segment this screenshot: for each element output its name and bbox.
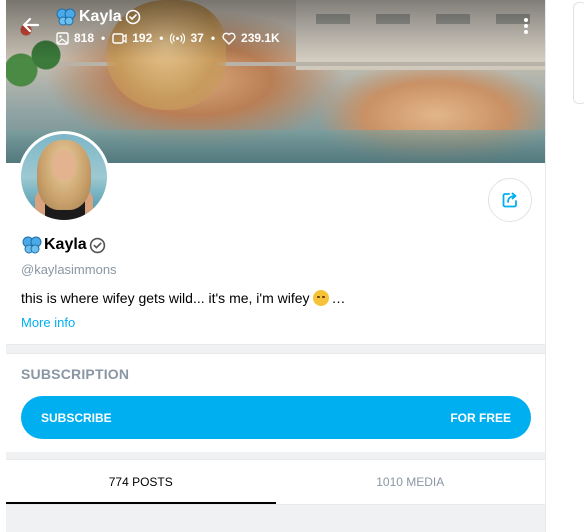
bio-text: this is where wifey gets wild... it's me… xyxy=(21,290,310,306)
stat-separator: • xyxy=(159,31,164,45)
more-dot-icon xyxy=(524,24,528,28)
header-name: Kayla xyxy=(79,8,122,25)
feed-area xyxy=(6,505,545,532)
subscribe-price: FOR FREE xyxy=(450,410,511,425)
share-button[interactable] xyxy=(488,178,532,222)
heart-icon xyxy=(222,32,236,45)
tab-media[interactable]: 1010 MEDIA xyxy=(276,460,546,504)
more-dot-icon xyxy=(524,18,528,22)
butterfly-icon xyxy=(56,8,76,26)
cover-rail xyxy=(6,62,545,66)
stat-videos: 192 xyxy=(112,31,152,45)
stat-likes: 239.1K xyxy=(222,31,280,45)
arrow-left-icon xyxy=(22,17,40,33)
more-dot-icon xyxy=(524,30,528,34)
subscribe-label: SUBSCRIBE xyxy=(41,410,112,425)
section-gap xyxy=(6,345,545,353)
divider xyxy=(6,353,545,354)
more-options-button[interactable] xyxy=(518,16,534,36)
profile-handle[interactable]: @kaylasimmons xyxy=(21,262,117,277)
stat-separator: • xyxy=(210,31,216,45)
profile-stats: 818 • 192 • 37 • 239.1K xyxy=(56,30,280,46)
side-panel-card xyxy=(573,2,584,104)
stat-likes-count: 239.1K xyxy=(241,31,280,45)
profile-page: Kayla 818 • 192 • 37 • 239.1K Kayla @kay… xyxy=(0,0,584,532)
stat-streams: 37 xyxy=(170,31,204,45)
subscribe-button[interactable]: SUBSCRIBE FOR FREE xyxy=(21,396,531,439)
avatar-face xyxy=(52,150,76,180)
header-title: Kayla xyxy=(56,6,141,28)
bio-ellipsis: … xyxy=(331,290,346,306)
stat-photos: 818 xyxy=(56,31,94,45)
butterfly-icon xyxy=(22,236,42,254)
smirk-emoji-icon xyxy=(312,290,329,306)
share-icon xyxy=(502,192,517,208)
avatar[interactable] xyxy=(18,131,110,223)
more-info-link[interactable]: More info xyxy=(21,315,75,330)
video-icon xyxy=(112,32,127,44)
subscription-heading: SUBSCRIPTION xyxy=(21,366,130,382)
stat-videos-count: 192 xyxy=(132,31,153,45)
right-divider xyxy=(545,0,546,532)
profile-bio: this is where wifey gets wild... it's me… xyxy=(21,290,346,306)
verified-badge-icon xyxy=(125,9,141,25)
stat-streams-count: 37 xyxy=(190,31,204,45)
avatar-image xyxy=(21,134,107,220)
verified-badge-icon xyxy=(89,237,105,253)
profile-name-row: Kayla xyxy=(22,236,106,254)
stat-photos-count: 818 xyxy=(74,31,95,45)
image-icon xyxy=(56,31,69,45)
profile-name: Kayla xyxy=(44,236,87,253)
broadcast-icon xyxy=(170,32,186,44)
stat-separator: • xyxy=(101,31,106,45)
back-button[interactable] xyxy=(20,14,42,36)
tab-posts[interactable]: 774 POSTS xyxy=(6,460,276,504)
content-tabs: 774 POSTS 1010 MEDIA xyxy=(6,460,545,504)
